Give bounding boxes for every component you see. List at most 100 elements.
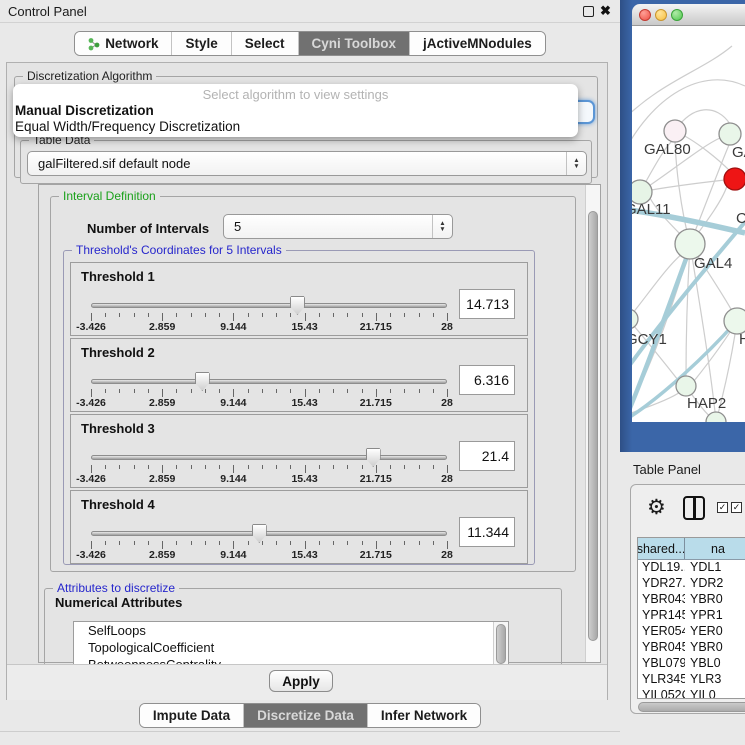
column-header-name[interactable]: na bbox=[685, 538, 745, 559]
cell-shared-name: YBR045C bbox=[638, 640, 685, 656]
axis-label: -3.426 bbox=[76, 321, 106, 333]
threshold-label: Threshold 2 bbox=[81, 345, 155, 360]
label-g-cut: GA bbox=[732, 144, 745, 161]
table-row[interactable]: YDR27...YDR2 bbox=[638, 576, 745, 592]
threshold-value-field[interactable]: 14.713 bbox=[459, 289, 515, 319]
combo-spinner-icon[interactable]: ▲▼ bbox=[432, 215, 452, 238]
table-row[interactable]: YER054CYER0 bbox=[638, 624, 745, 640]
axis-label: 21.715 bbox=[360, 473, 392, 485]
gear-icon[interactable]: ⚙ bbox=[647, 497, 666, 518]
label-gal11: GAL11 bbox=[632, 201, 671, 218]
axis-label: 21.715 bbox=[360, 549, 392, 561]
checkbox-icon[interactable]: ✓ bbox=[717, 502, 728, 513]
cell-shared-name: YLR345W bbox=[638, 672, 685, 688]
network-tab-icon bbox=[88, 37, 100, 51]
tab-network[interactable]: Network bbox=[75, 32, 172, 55]
dropdown-item-equal-width[interactable]: Equal Width/Frequency Discretization bbox=[13, 119, 578, 135]
intervals-count-combobox[interactable]: 5 ▲▼ bbox=[223, 214, 453, 239]
close-traffic-light-icon[interactable] bbox=[639, 9, 651, 21]
node-table[interactable]: shared... na YDL19...YDL1YDR27...YDR2YBR… bbox=[637, 537, 745, 699]
threshold-slider-track[interactable] bbox=[91, 303, 447, 308]
cell-shared-name: YDL19... bbox=[638, 560, 685, 576]
tab-style[interactable]: Style bbox=[172, 32, 231, 55]
table-row[interactable]: YLR345WYLR3 bbox=[638, 672, 745, 688]
threshold-value-field[interactable]: 21.4 bbox=[459, 441, 515, 471]
slider-axis-labels: -3.4262.8599.14415.4321.71528 bbox=[91, 549, 447, 561]
cell-shared-name: YBR043C bbox=[638, 592, 685, 608]
cell-name: YLR3 bbox=[685, 672, 745, 688]
attribute-list-item[interactable]: SelfLoops bbox=[74, 622, 508, 639]
node-top-right[interactable] bbox=[719, 123, 741, 145]
intervals-count-value: 5 bbox=[224, 219, 432, 234]
table-hscroll-thumb[interactable] bbox=[638, 702, 745, 712]
table-data-combobox[interactable]: galFiltered.sif default node ▲▼ bbox=[27, 151, 587, 176]
dropdown-item-manual[interactable]: Manual Discretization bbox=[13, 103, 578, 119]
table-toolbar: ⚙ ✓ ✓ bbox=[631, 485, 745, 533]
label-gal80: GAL80 bbox=[644, 141, 691, 158]
threshold-slider-track[interactable] bbox=[91, 531, 447, 536]
attribute-list-item[interactable]: TopologicalCoefficient bbox=[74, 639, 508, 656]
tab-impute-data[interactable]: Impute Data bbox=[140, 704, 244, 727]
column-header-shared-name[interactable]: shared... bbox=[638, 538, 685, 559]
threshold-label: Threshold 4 bbox=[81, 497, 155, 512]
axis-label: 2.859 bbox=[149, 549, 175, 561]
cell-shared-name: YIL052C bbox=[638, 688, 685, 699]
dropdown-placeholder: Select algorithm to view settings bbox=[13, 87, 578, 103]
tab-infer-network[interactable]: Infer Network bbox=[368, 704, 480, 727]
threshold-value-field[interactable]: 6.316 bbox=[459, 365, 515, 395]
threshold-2-box: Threshold 2-3.4262.8599.14415.4321.71528… bbox=[70, 338, 528, 412]
cell-shared-name: YPR145W bbox=[638, 608, 685, 624]
float-window-icon[interactable] bbox=[583, 6, 594, 17]
axis-label: 21.715 bbox=[360, 397, 392, 409]
table-row[interactable]: YBR043CYBR0 bbox=[638, 592, 745, 608]
node-gcy1[interactable] bbox=[632, 309, 638, 329]
table-row[interactable]: YDL19...YDL1 bbox=[638, 560, 745, 576]
checkbox-icon[interactable]: ✓ bbox=[731, 502, 742, 513]
axis-label: -3.426 bbox=[76, 549, 106, 561]
table-row[interactable]: YBR045CYBR0 bbox=[638, 640, 745, 656]
tab-cyni-toolbox[interactable]: Cyni Toolbox bbox=[299, 32, 411, 55]
cell-name: YER0 bbox=[685, 624, 745, 640]
table-row[interactable]: YPR145WYPR1 bbox=[638, 608, 745, 624]
close-icon[interactable]: ✖ bbox=[600, 3, 611, 19]
axis-label: 21.715 bbox=[360, 321, 392, 333]
attributes-scrollbar-thumb[interactable] bbox=[496, 624, 506, 664]
table-horizontal-scrollbar[interactable] bbox=[637, 701, 745, 713]
node-bottom[interactable] bbox=[706, 412, 726, 422]
tab-select[interactable]: Select bbox=[232, 32, 299, 55]
thresholds-group-title: Threshold's Coordinates for 5 Intervals bbox=[72, 243, 286, 257]
numerical-attributes-list[interactable]: SelfLoopsTopologicalCoefficientBetweenne… bbox=[73, 621, 509, 667]
settings-scrollbar-thumb[interactable] bbox=[588, 211, 598, 641]
zoom-traffic-light-icon[interactable] bbox=[671, 9, 683, 21]
network-window-titlebar[interactable] bbox=[632, 4, 745, 26]
table-panel-title: Table Panel bbox=[633, 462, 701, 477]
table-header-row: shared... na bbox=[638, 538, 745, 560]
attributes-scrollbar[interactable] bbox=[493, 622, 508, 666]
node-gal80[interactable] bbox=[664, 120, 686, 142]
settings-scrollbar[interactable] bbox=[585, 185, 600, 662]
network-canvas[interactable]: GAL80 GA GAL11 C GAL4 GCY1 H HAP2 bbox=[632, 26, 745, 422]
tab-discretize-data[interactable]: Discretize Data bbox=[244, 704, 368, 727]
threshold-slider-track[interactable] bbox=[91, 455, 447, 460]
threshold-slider-track[interactable] bbox=[91, 379, 447, 384]
combo-spinner-icon[interactable]: ▲▼ bbox=[566, 152, 586, 175]
axis-label: -3.426 bbox=[76, 473, 106, 485]
tab-label: Discretize Data bbox=[257, 708, 354, 723]
table-row[interactable]: YIL052CYIL0 bbox=[638, 688, 745, 699]
tab-jactivemnodules[interactable]: jActiveMNodules bbox=[410, 32, 545, 55]
split-columns-icon[interactable] bbox=[683, 496, 705, 520]
numerical-attributes-label: Numerical Attributes bbox=[55, 595, 182, 610]
apply-button[interactable]: Apply bbox=[269, 670, 333, 692]
minimize-traffic-light-icon[interactable] bbox=[655, 9, 667, 21]
axis-label: 28 bbox=[441, 549, 453, 561]
threshold-label: Threshold 1 bbox=[81, 269, 155, 284]
threshold-value-field[interactable]: 11.344 bbox=[459, 517, 515, 547]
table-row[interactable]: YBL079WYBL0 bbox=[638, 656, 745, 672]
axis-label: 28 bbox=[441, 397, 453, 409]
node-selected-red[interactable] bbox=[724, 168, 745, 190]
node-hap2[interactable] bbox=[676, 376, 696, 396]
cell-name: YDL1 bbox=[685, 560, 745, 576]
axis-label: 9.144 bbox=[220, 473, 246, 485]
interval-definition-title: Interval Definition bbox=[59, 189, 160, 203]
tab-label: Network bbox=[105, 36, 158, 51]
